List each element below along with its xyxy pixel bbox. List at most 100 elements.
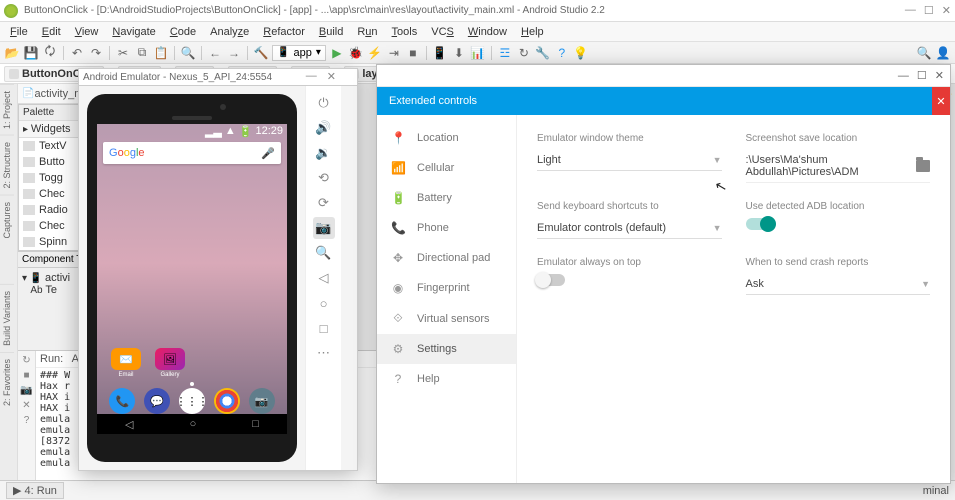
crash-dropdown[interactable]: Ask▼ [746, 274, 931, 295]
emu-overview-icon[interactable]: □ [313, 317, 335, 339]
tab-favorites[interactable]: 2: Favorites [0, 352, 14, 412]
open-icon[interactable]: 📂 [4, 45, 20, 61]
rotate-left-icon[interactable]: ⟲ [313, 167, 335, 189]
chrome-app-icon[interactable] [214, 388, 240, 414]
sync-icon[interactable]: 🗘 [42, 45, 58, 61]
tab-project[interactable]: 1: Project [0, 84, 14, 135]
settings-icon[interactable]: 🔧 [535, 45, 551, 61]
forward-icon[interactable]: → [226, 45, 242, 61]
menu-build[interactable]: Build [313, 24, 349, 40]
volume-up-icon[interactable]: 🔊 [313, 117, 335, 139]
rerun-icon[interactable]: ↻ [22, 355, 30, 366]
more-icon[interactable]: ⋯ [313, 342, 335, 364]
emu-back-icon[interactable]: ◁ [313, 267, 335, 289]
menu-window[interactable]: Window [462, 24, 513, 40]
save-icon[interactable]: 💾 [23, 45, 39, 61]
phone-screen[interactable]: ▂▃▲🔋12:29 Google 🎤 ✉️Email 🖼Gallery 📞 💬 … [97, 124, 287, 434]
ext-min-icon[interactable]: — [898, 70, 909, 82]
tip-icon[interactable]: 💡 [573, 45, 589, 61]
undo-icon[interactable]: ↶ [69, 45, 85, 61]
phone-app-icon[interactable]: 📞 [109, 388, 135, 414]
menu-help[interactable]: Help [515, 24, 550, 40]
status-terminal[interactable]: minal [923, 485, 949, 497]
menu-view[interactable]: View [69, 24, 105, 40]
ext-fingerprint[interactable]: ◉Fingerprint [377, 273, 516, 303]
menu-navigate[interactable]: Navigate [106, 24, 161, 40]
make-icon[interactable]: 🔨 [253, 45, 269, 61]
structure-icon[interactable]: ☲ [497, 45, 513, 61]
ext-help[interactable]: ?Help [377, 364, 516, 394]
adb-toggle[interactable] [746, 218, 774, 230]
ext-battery[interactable]: 🔋Battery [377, 183, 516, 213]
maximize-button[interactable]: ☐ [924, 4, 934, 17]
menu-edit[interactable]: Edit [36, 24, 67, 40]
theme-dropdown[interactable]: Light▼ [537, 150, 722, 171]
ext-settings[interactable]: ⚙Settings [377, 334, 516, 364]
folder-icon[interactable] [916, 160, 930, 172]
menu-file[interactable]: FFileile [4, 24, 34, 40]
power-icon[interactable]: ⏻ [313, 92, 335, 114]
nav-back-icon[interactable]: ◁ [125, 418, 133, 431]
apply-changes-icon[interactable]: ⚡ [367, 45, 383, 61]
find-icon[interactable]: 🔍 [180, 45, 196, 61]
tab-structure[interactable]: 2: Structure [0, 135, 14, 195]
monitor-icon[interactable]: 📊 [470, 45, 486, 61]
run-icon[interactable]: ▶ [329, 45, 345, 61]
avd-icon[interactable]: 📱 [432, 45, 448, 61]
screenshot-path[interactable]: :\Users\Ma'shum Abdullah\Pictures\ADM [746, 150, 931, 183]
menu-code[interactable]: Code [164, 24, 202, 40]
apps-drawer-icon[interactable]: ⋮⋮⋮ [179, 388, 205, 414]
sdk-icon[interactable]: ⬇ [451, 45, 467, 61]
menu-refactor[interactable]: Refactor [257, 24, 311, 40]
ext-max-icon[interactable]: ☐ [917, 69, 927, 82]
help-run-icon[interactable]: ? [24, 415, 30, 426]
ext-sensors[interactable]: ⟐Virtual sensors [377, 303, 516, 334]
tab-captures[interactable]: Captures [0, 195, 14, 245]
emu-minimize-icon[interactable]: — [303, 70, 320, 83]
close-button[interactable]: ✕ [942, 4, 951, 17]
mic-icon[interactable]: 🎤 [261, 147, 275, 160]
paste-icon[interactable]: 📋 [153, 45, 169, 61]
run-config-selector[interactable]: 📱app▾ [272, 45, 326, 61]
ext-close-button[interactable]: ✕ [932, 87, 950, 115]
menu-run[interactable]: Run [351, 24, 383, 40]
profile-icon[interactable]: 👤 [935, 45, 951, 61]
back-icon[interactable]: ← [207, 45, 223, 61]
dump-icon[interactable]: 📷 [20, 385, 32, 396]
ct-child[interactable]: Te [45, 284, 57, 296]
menu-tools[interactable]: Tools [386, 24, 424, 40]
help-icon[interactable]: ? [554, 45, 570, 61]
status-run[interactable]: ▶ 4: Run [6, 482, 64, 499]
messages-app-icon[interactable]: 💬 [144, 388, 170, 414]
email-app-icon[interactable]: ✉️Email [111, 348, 141, 378]
minimize-button[interactable]: — [905, 4, 916, 17]
copy-icon[interactable]: ⧉ [134, 45, 150, 61]
tab-build-variants[interactable]: Build Variants [0, 284, 14, 352]
menu-vcs[interactable]: VCS [425, 24, 460, 40]
zoom-icon[interactable]: 🔍 [313, 242, 335, 264]
menu-analyze[interactable]: Analyze [204, 24, 255, 40]
screenshot-icon[interactable]: 📷 [313, 217, 335, 239]
refresh-icon[interactable]: ↻ [516, 45, 532, 61]
ext-dpad[interactable]: ✥Directional pad [377, 243, 516, 273]
keyboard-dropdown[interactable]: Emulator controls (default)▼ [537, 218, 722, 239]
ct-root[interactable]: activi [45, 272, 70, 284]
gallery-app-icon[interactable]: 🖼Gallery [155, 348, 185, 378]
camera-app-icon[interactable]: 📷 [249, 388, 275, 414]
volume-down-icon[interactable]: 🔉 [313, 142, 335, 164]
ext-phone[interactable]: 📞Phone [377, 213, 516, 243]
google-search-bar[interactable]: Google 🎤 [103, 142, 281, 164]
always-top-toggle[interactable] [537, 274, 565, 286]
nav-overview-icon[interactable]: □ [252, 418, 259, 430]
redo-icon[interactable]: ↷ [88, 45, 104, 61]
nav-home-icon[interactable]: ○ [190, 418, 197, 430]
rotate-right-icon[interactable]: ⟳ [313, 192, 335, 214]
ext-x-icon[interactable]: ✕ [935, 69, 944, 82]
ext-cellular[interactable]: 📶Cellular [377, 153, 516, 183]
attach-debugger-icon[interactable]: ⇥ [386, 45, 402, 61]
x-icon[interactable]: ✕ [22, 400, 30, 411]
emu-close-icon[interactable]: ✕ [324, 70, 339, 83]
stop-run-icon[interactable]: ■ [23, 370, 29, 381]
ext-location[interactable]: 📍Location [377, 123, 516, 153]
search-everywhere-icon[interactable]: 🔍 [916, 45, 932, 61]
